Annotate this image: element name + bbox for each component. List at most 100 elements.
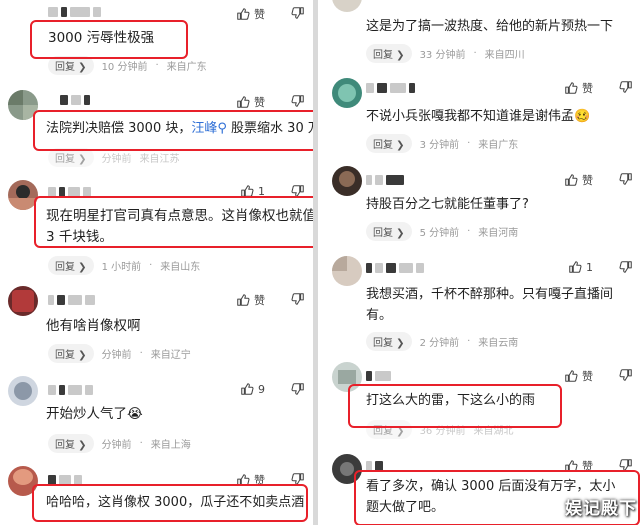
thumb-down-icon[interactable] <box>291 292 305 306</box>
avatar[interactable] <box>332 0 362 12</box>
comment-meta: 回复 ❯ 1 小时前 · 来自山东 <box>48 256 200 275</box>
username-blurred <box>366 82 415 94</box>
like-button[interactable]: 1 <box>568 260 593 274</box>
username-blurred <box>60 94 90 106</box>
reply-button[interactable]: 回复 ❯ <box>48 256 94 275</box>
reply-button[interactable]: 回复 ❯ <box>366 420 412 439</box>
thumb-down-icon[interactable] <box>291 472 305 486</box>
comment-location: 来自上海 <box>150 440 191 451</box>
comment-location: 来自江苏 <box>139 154 180 165</box>
username-blurred <box>366 370 391 382</box>
reply-button[interactable]: 回复 ❯ <box>48 148 94 167</box>
username-blurred <box>48 384 93 396</box>
like-count: 1 <box>258 184 265 198</box>
comment-time: 1 小时前 <box>101 262 142 273</box>
like-label: 赞 <box>254 294 265 307</box>
avatar[interactable] <box>332 78 362 108</box>
like-button[interactable]: 赞 <box>236 292 265 308</box>
thumb-down-icon[interactable] <box>619 368 633 382</box>
like-button[interactable]: 赞 <box>564 458 593 474</box>
like-count: 1 <box>586 260 593 274</box>
comment-item: 赞 持股百分之七就能任董事了? 回复 ❯ 5 分钟前 · 来自河南 <box>318 164 641 248</box>
like-label: 赞 <box>254 474 265 487</box>
mention-link[interactable]: 汪峰 <box>191 121 217 136</box>
like-button[interactable]: 9 <box>240 382 265 396</box>
like-button[interactable]: 赞 <box>564 172 593 188</box>
comment-text: 他有啥肖像权啊 <box>46 318 141 334</box>
avatar[interactable] <box>332 166 362 196</box>
like-label: 赞 <box>582 370 593 383</box>
reply-button[interactable]: 回复 ❯ <box>48 56 94 75</box>
thumb-up-icon <box>564 173 578 187</box>
avatar[interactable] <box>8 180 38 210</box>
like-button[interactable]: 赞 <box>236 472 265 488</box>
comment-text: 不说小兵张嘎我都不知道谁是谢伟孟🥴 <box>366 109 591 124</box>
thumb-down-icon[interactable] <box>619 80 633 94</box>
thumb-down-icon[interactable] <box>619 458 633 472</box>
comment-meta: 回复 ❯ 2 分钟前 · 来自云南 <box>366 332 518 351</box>
comment-location: 来自四川 <box>484 50 525 61</box>
avatar[interactable] <box>332 454 362 484</box>
comment-item: 9 开始炒人气了😭 回复 ❯ 分钟前 · 来自上海 <box>0 372 313 453</box>
reply-button[interactable]: 回复 ❯ <box>366 44 412 63</box>
like-label: 赞 <box>582 82 593 95</box>
thumb-down-icon[interactable] <box>291 94 305 108</box>
like-button[interactable]: 赞 <box>236 94 265 110</box>
comment-item: 3000 污辱性极强 回复 ❯ 10 分钟前 · 来自广东 <box>0 22 313 75</box>
avatar[interactable] <box>332 256 362 286</box>
comment-time: 33 分钟前 <box>419 50 466 61</box>
comment-location: 来自辽宁 <box>150 350 191 361</box>
reply-button[interactable]: 回复 ❯ <box>366 332 412 351</box>
thumb-down-icon[interactable] <box>291 6 305 20</box>
thumb-up-icon <box>236 473 250 487</box>
thumb-up-icon <box>236 293 250 307</box>
search-icon: ⚲ <box>217 121 227 136</box>
avatar[interactable] <box>8 376 38 406</box>
comment-time: 分钟前 <box>101 440 132 451</box>
thumb-down-icon[interactable] <box>291 184 305 198</box>
thumb-up-icon <box>564 459 578 473</box>
thumb-up-icon <box>568 260 582 274</box>
comment-item: 1 我想买酒，千杯不醉那种。只有嘎子直播间有。 回复 ❯ 2 分钟前 · 来自云… <box>318 254 641 351</box>
reply-button[interactable]: 回复 ❯ <box>48 434 94 453</box>
comment-time: 分钟前 <box>101 350 132 361</box>
reply-button[interactable]: 回复 ❯ <box>366 134 412 153</box>
thumb-up-icon <box>236 95 250 109</box>
like-count: 9 <box>258 382 265 396</box>
comment-meta: 回复 ❯ 分钟前 · 来自辽宁 <box>48 344 191 363</box>
comment-text: 现在明星打官司真有点意思。这肖像权也就值 3 千块钱。 <box>46 208 313 245</box>
like-button[interactable]: 赞 <box>564 368 593 384</box>
comment-time: 5 分钟前 <box>419 228 460 239</box>
reply-button[interactable]: 回复 ❯ <box>48 344 94 363</box>
comment-location: 来自广东 <box>166 62 207 73</box>
comment-time: 36 分钟前 <box>419 426 466 437</box>
comment-meta: 回复 ❯ 36 分钟前 来自湖北 <box>366 420 513 439</box>
reply-button[interactable]: 回复 ❯ <box>366 222 412 241</box>
comment-text: 开始炒人气了😭 <box>46 406 143 422</box>
comment-text: 法院判决赔偿 3000 块，汪峰⚲ 股票缩水 30 万 <box>46 121 313 136</box>
comment-time: 2 分钟前 <box>419 338 460 349</box>
comment-meta: 回复 ❯ 3 分钟前 · 来自广东 <box>366 134 518 153</box>
thumb-down-icon[interactable] <box>619 260 633 274</box>
avatar[interactable] <box>8 286 38 316</box>
comment-text: 打这么大的雷，下这么小的雨 <box>366 393 536 408</box>
like-button[interactable]: 赞 <box>236 6 265 22</box>
comment-meta: 回复 ❯ 10 分钟前 · 来自广东 <box>48 56 207 75</box>
thumb-down-icon[interactable] <box>619 172 633 186</box>
avatar[interactable] <box>332 362 362 392</box>
like-button[interactable]: 赞 <box>564 80 593 96</box>
like-label: 赞 <box>582 174 593 187</box>
like-button[interactable]: 1 <box>240 184 265 198</box>
comment-text: 这是为了搞一波热度、给他的新片预热一下 <box>366 19 614 34</box>
avatar[interactable] <box>8 466 38 496</box>
like-label: 赞 <box>254 8 265 21</box>
comment-time: 分钟前 <box>101 154 132 165</box>
comment-meta: 回复 ❯ 5 分钟前 · 来自河南 <box>366 222 518 241</box>
thumb-down-icon[interactable] <box>291 382 305 396</box>
comment-partial-top: 赞 <box>0 0 313 24</box>
avatar[interactable] <box>8 90 38 120</box>
comment-item: 1 现在明星打官司真有点意思。这肖像权也就值 3 千块钱。 回复 ❯ 1 小时前… <box>0 176 313 275</box>
comment-location: 来自广东 <box>478 140 519 151</box>
comment-item: 赞 法院判决赔偿 3000 块，汪峰⚲ 股票缩水 30 万 回复 ❯ 分钟前 来… <box>0 86 313 167</box>
username-blurred <box>48 186 91 198</box>
